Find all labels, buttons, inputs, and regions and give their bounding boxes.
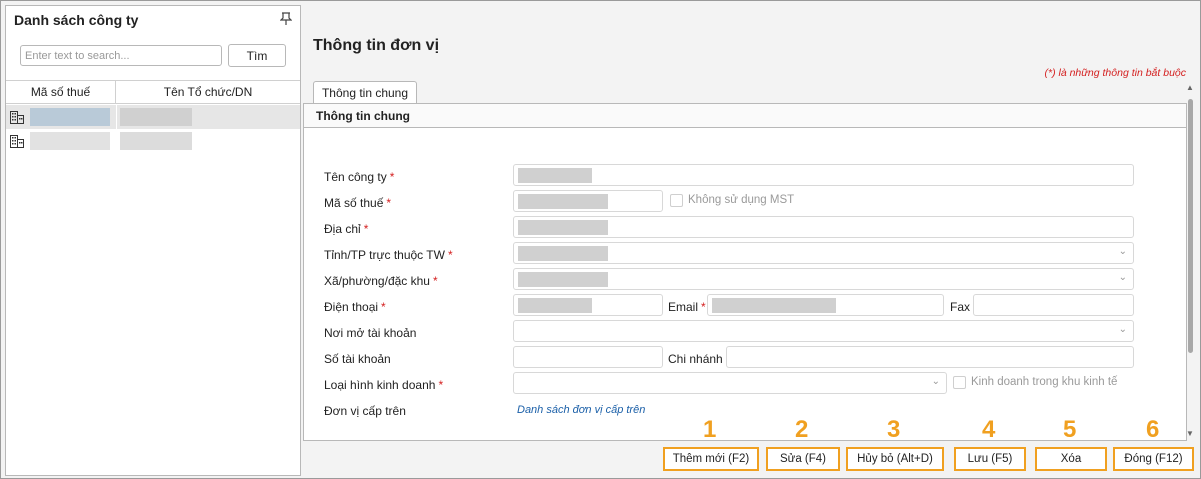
tax-code-field[interactable] [513,190,663,212]
label-email: Email * [668,300,706,314]
column-header-org-name[interactable]: Tên Tổ chức/DN [116,81,300,104]
label-phone: Điện thoại * [324,300,386,314]
company-row[interactable] [6,129,300,153]
address-field[interactable] [513,216,1134,238]
building-icon [10,135,24,148]
branch-field[interactable] [726,346,1134,368]
button-number-2: 2 [795,416,809,443]
fax-field[interactable] [973,294,1134,316]
button-number-5: 5 [1063,416,1077,443]
column-header-tax-code[interactable]: Mã số thuế [6,81,116,104]
label-bank-place: Nơi mở tài khoản [324,326,417,340]
search-input[interactable] [20,45,222,66]
economic-zone-checkbox[interactable] [953,376,966,389]
label-parent-unit: Đơn vị cấp trên [324,404,406,418]
parent-unit-link[interactable]: Danh sách đơn vị cấp trên [517,404,645,416]
phone-field[interactable] [513,294,663,316]
edit-button[interactable]: Sửa (F4) [766,447,840,471]
chevron-down-icon: ⌄ [1118,324,1127,335]
add-new-button[interactable]: Thêm mới (F2) [663,447,759,471]
email-field[interactable] [707,294,944,316]
tab-general-info[interactable]: Thông tin chung [313,81,417,104]
scroll-down-icon[interactable]: ▼ [1186,429,1194,438]
label-account-no: Số tài khoản [324,352,391,366]
close-button[interactable]: Đóng (F12) [1113,447,1194,471]
button-number-4: 4 [982,416,996,443]
label-province: Tỉnh/TP trực thuộc TW * [324,248,453,262]
search-button[interactable]: Tìm [228,44,286,67]
label-ward: Xã/phường/đặc khu * [324,274,438,288]
vertical-scrollbar[interactable]: ▲ ▼ [1185,83,1195,443]
redacted-org-name [120,132,192,150]
label-address: Địa chỉ * [324,222,369,236]
button-number-3: 3 [887,416,901,443]
button-number-1: 1 [703,416,717,443]
building-icon [10,111,24,124]
save-button[interactable]: Lưu (F5) [954,447,1026,471]
ward-select[interactable]: ⌄ [513,268,1134,290]
province-select[interactable]: ⌄ [513,242,1134,264]
button-number-6: 6 [1146,416,1160,443]
page-title: Thông tin đơn vị [313,37,440,54]
no-tax-code-checkbox[interactable] [670,194,683,207]
company-row[interactable] [6,105,300,129]
delete-button[interactable]: Xóa [1035,447,1107,471]
company-name-field[interactable] [513,164,1134,186]
label-tax-code: Mã số thuế * [324,196,392,210]
form-content: Thông tin chung Tên công ty * Mã số thuế *… [303,103,1187,441]
scroll-up-icon[interactable]: ▲ [1186,83,1194,92]
redacted-org-name [120,108,192,126]
label-company-name: Tên công ty * [324,170,395,184]
chevron-down-icon: ⌄ [1118,246,1127,257]
pin-icon[interactable] [280,12,292,26]
label-business-type: Loại hình kinh doanh * [324,378,444,392]
company-list-panel: Danh sách công ty Tìm Mã số thuế Tên Tổ … [5,5,301,476]
bank-place-select[interactable]: ⌄ [513,320,1134,342]
account-no-field[interactable] [513,346,663,368]
business-type-select[interactable]: ⌄ [513,372,947,394]
unit-info-panel: Thông tin đơn vị (*) là những thông tin … [303,5,1198,476]
chevron-down-icon: ⌄ [1118,272,1127,283]
required-note: (*) là những thông tin bắt buộc [1044,67,1187,79]
app-window: Danh sách công ty Tìm Mã số thuế Tên Tổ … [0,0,1201,479]
redacted-tax-code [30,108,110,126]
cancel-button[interactable]: Hủy bỏ (Alt+D) [846,447,944,471]
section-title: Thông tin chung [304,104,1186,128]
scrollbar-thumb[interactable] [1188,99,1193,353]
no-tax-code-label: Không sử dụng MST [688,194,795,206]
chevron-down-icon: ⌄ [931,376,940,387]
company-list-title: Danh sách công ty [14,12,139,28]
label-fax: Fax [950,300,971,314]
redacted-tax-code [30,132,110,150]
company-grid-header: Mã số thuế Tên Tổ chức/DN [6,80,300,104]
economic-zone-label: Kinh doanh trong khu kinh tế [971,376,1118,388]
label-branch: Chi nhánh [668,352,723,366]
